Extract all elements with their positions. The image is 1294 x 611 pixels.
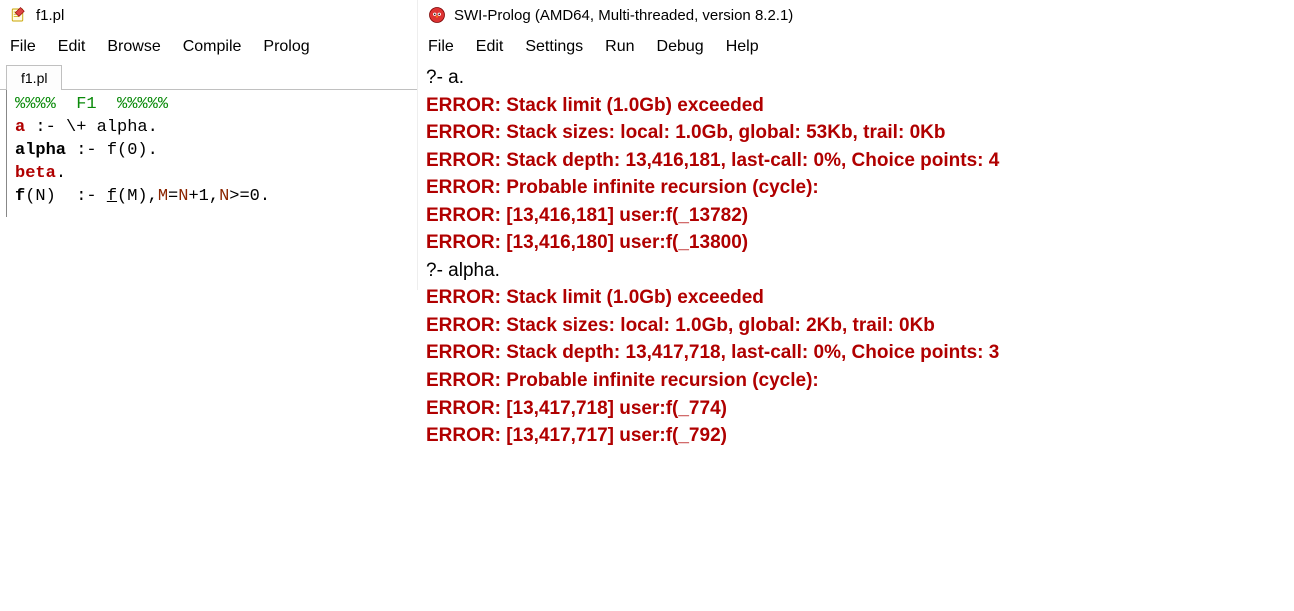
console-query-line: ?- alpha. [426, 257, 1286, 285]
console-error-line: ERROR: [13,416,180] user:f(_13800) [426, 229, 1286, 257]
console-output[interactable]: ?- a.ERROR: Stack limit (1.0Gb) exceeded… [418, 64, 1294, 458]
editor-menu-edit[interactable]: Edit [58, 36, 98, 58]
console-error-line: ERROR: Stack depth: 13,416,181, last-cal… [426, 147, 1286, 175]
code-rest-l2: :- \+ alpha. [25, 118, 158, 137]
console-error-line: ERROR: Stack sizes: local: 1.0Gb, global… [426, 312, 1286, 340]
code-head-f: f [15, 187, 25, 206]
code-l5-n2: N [219, 187, 229, 206]
code-l5-argsA: (M), [117, 187, 158, 206]
editor-menu-compile[interactable]: Compile [183, 36, 254, 58]
console-error-line: ERROR: Stack limit (1.0Gb) exceeded [426, 92, 1286, 120]
code-editor[interactable]: %%%% F1 %%%%% a :- \+ alpha. alpha :- f(… [6, 90, 417, 217]
editor-tab-f1[interactable]: f1.pl [6, 65, 62, 90]
console-title: SWI-Prolog (AMD64, Multi-threaded, versi… [454, 7, 793, 24]
code-l5-m: M [158, 187, 168, 206]
editor-titlebar: f1.pl [0, 0, 417, 30]
swipl-owl-icon [428, 6, 446, 24]
code-l5-eq: = [168, 187, 178, 206]
console-titlebar: SWI-Prolog (AMD64, Multi-threaded, versi… [418, 0, 1294, 30]
code-l5-ge: >=0. [229, 187, 270, 206]
console-menubar: File Edit Settings Run Debug Help [418, 30, 1294, 64]
console-menu-settings[interactable]: Settings [525, 36, 595, 58]
console-error-line: ERROR: Stack depth: 13,417,718, last-cal… [426, 339, 1286, 367]
code-rest-l3: :- f(0). [66, 141, 158, 160]
console-menu-run[interactable]: Run [605, 36, 646, 58]
console-error-line: ERROR: Probable infinite recursion (cycl… [426, 367, 1286, 395]
editor-tabs: f1.pl [0, 64, 417, 90]
console-window: SWI-Prolog (AMD64, Multi-threaded, versi… [418, 0, 1294, 611]
editor-menu-prolog[interactable]: Prolog [263, 36, 321, 58]
console-menu-file[interactable]: File [428, 36, 466, 58]
console-error-line: ERROR: [13,417,717] user:f(_792) [426, 422, 1286, 450]
editor-file-icon [10, 6, 28, 24]
console-error-line: ERROR: Stack sizes: local: 1.0Gb, global… [426, 119, 1286, 147]
code-comment: %%%% F1 %%%%% [15, 95, 168, 114]
editor-window: f1.pl File Edit Browse Compile Prolog f1… [0, 0, 418, 290]
code-dot-l4: . [56, 164, 66, 183]
console-error-line: ERROR: Probable infinite recursion (cycl… [426, 174, 1286, 202]
editor-menu-browse[interactable]: Browse [107, 36, 172, 58]
console-menu-edit[interactable]: Edit [476, 36, 516, 58]
console-error-line: ERROR: Stack limit (1.0Gb) exceeded [426, 284, 1286, 312]
code-l5-fcall: f [107, 187, 117, 206]
code-l5-plus: +1, [188, 187, 219, 206]
code-l5-n1: N [178, 187, 188, 206]
console-menu-debug[interactable]: Debug [657, 36, 716, 58]
code-head-alpha: alpha [15, 141, 66, 160]
editor-title: f1.pl [36, 7, 64, 24]
console-error-line: ERROR: [13,417,718] user:f(_774) [426, 395, 1286, 423]
editor-menubar: File Edit Browse Compile Prolog [0, 30, 417, 64]
code-head-beta: beta [15, 164, 56, 183]
code-l5-open: (N) :- [25, 187, 107, 206]
code-head-a: a [15, 118, 25, 137]
editor-menu-file[interactable]: File [10, 36, 48, 58]
console-error-line: ERROR: [13,416,181] user:f(_13782) [426, 202, 1286, 230]
console-query-line: ?- a. [426, 64, 1286, 92]
console-menu-help[interactable]: Help [726, 36, 771, 58]
